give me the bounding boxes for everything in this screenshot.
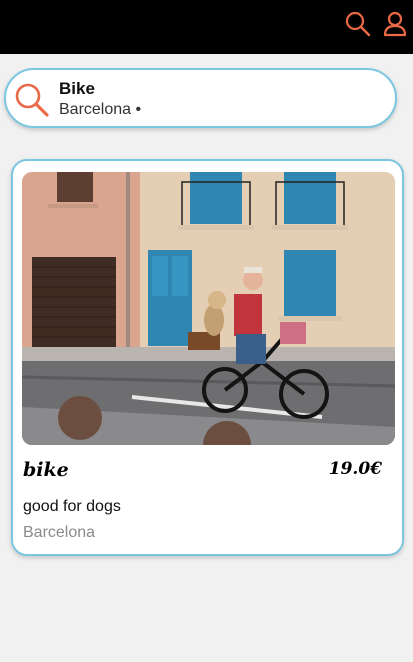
user-icon[interactable]	[381, 10, 409, 38]
listing-description: good for dogs	[23, 498, 121, 515]
search-bar[interactable]: Bike Barcelona •	[4, 68, 397, 128]
listing-price: 19.0€	[328, 459, 382, 479]
listing-location: Barcelona	[23, 524, 96, 541]
search-query: Bike	[59, 79, 95, 98]
listing-card[interactable]: bike 19.0€ good for dogs Barcelona	[11, 159, 404, 556]
search-icon	[12, 80, 52, 120]
listing-image	[22, 172, 395, 445]
listing-title: bike	[23, 459, 69, 481]
search-location: Barcelona •	[59, 101, 142, 118]
top-bar	[0, 0, 413, 54]
search-icon[interactable]	[344, 10, 372, 38]
